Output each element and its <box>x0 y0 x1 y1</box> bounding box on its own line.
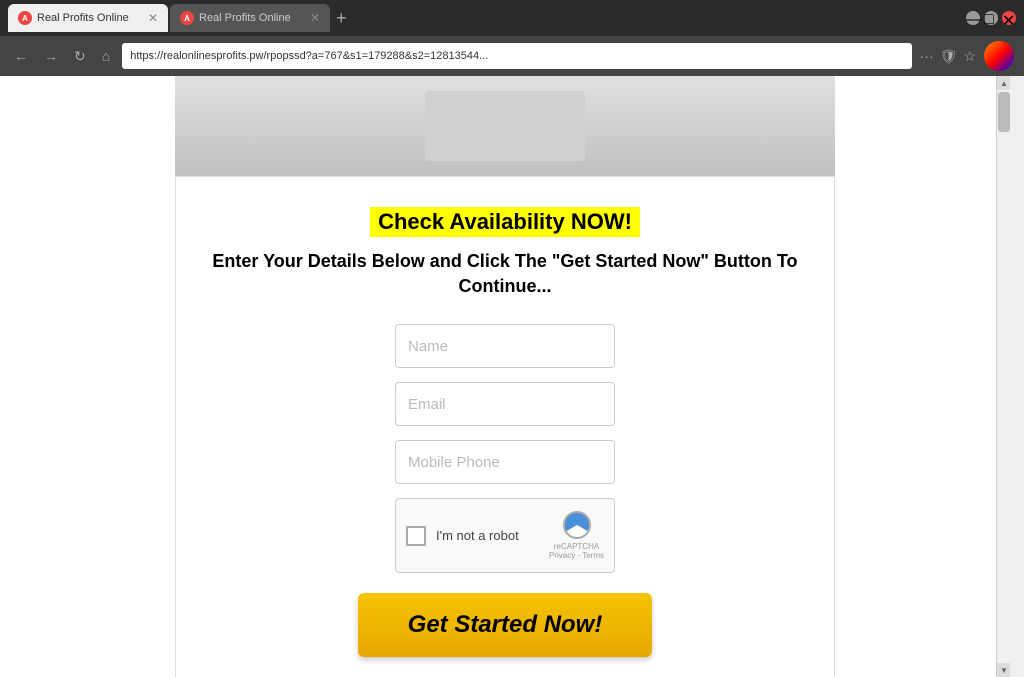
title-bar: A Real Profits Online ✕ A Real Profits O… <box>0 0 1024 36</box>
tab-favicon-2: A <box>180 11 194 25</box>
scrollbar-thumb[interactable] <box>998 92 1010 132</box>
recaptcha-widget[interactable]: I'm not a robot reCAPTCHAPrivacy - Terms <box>395 498 615 573</box>
top-image-area <box>175 76 835 176</box>
tab-label-2: Real Profits Online <box>199 12 291 24</box>
toolbar-icons: ··· 🛡 ☆ <box>920 48 976 65</box>
tab-active[interactable]: A Real Profits Online ✕ <box>8 4 168 32</box>
tab-inactive[interactable]: A Real Profits Online ✕ <box>170 4 330 32</box>
back-button[interactable]: ← <box>10 46 32 66</box>
refresh-button[interactable]: ↻ <box>70 46 90 67</box>
star-icon[interactable]: ☆ <box>963 48 976 65</box>
recaptcha-checkbox[interactable] <box>406 526 426 546</box>
close-button[interactable]: ✕ <box>1002 11 1016 25</box>
tab-label-1: Real Profits Online <box>37 12 129 24</box>
headline: Check Availability NOW! <box>370 207 640 237</box>
phone-input[interactable] <box>395 440 615 484</box>
forward-button[interactable]: → <box>40 46 62 66</box>
get-started-button[interactable]: Get Started Now! <box>358 593 653 657</box>
subheadline: Enter Your Details Below and Click The "… <box>196 249 814 299</box>
recaptcha-icon <box>563 511 591 539</box>
maximize-button[interactable]: □ <box>984 11 998 25</box>
window-controls: — □ ✕ <box>966 11 1016 25</box>
browser-logo <box>984 41 1014 71</box>
shield-icon: 🛡 <box>940 48 958 65</box>
form-section: Check Availability NOW! Enter Your Detai… <box>175 176 835 677</box>
email-input[interactable] <box>395 382 615 426</box>
scroll-up-button[interactable]: ▲ <box>997 76 1010 90</box>
hero-image <box>425 91 585 161</box>
name-input[interactable] <box>395 324 615 368</box>
page-content: Check Availability NOW! Enter Your Detai… <box>0 76 1010 677</box>
tab-close-1[interactable]: ✕ <box>148 11 158 25</box>
tab-close-2[interactable]: ✕ <box>310 11 320 25</box>
url-bar[interactable] <box>122 43 911 69</box>
recaptcha-subtext: reCAPTCHAPrivacy - Terms <box>549 542 604 560</box>
menu-dots-icon[interactable]: ··· <box>920 48 934 64</box>
scroll-down-button[interactable]: ▼ <box>997 663 1010 677</box>
address-bar: ← → ↻ ⌂ ··· 🛡 ☆ <box>0 36 1024 76</box>
minimize-button[interactable]: — <box>966 11 980 25</box>
scrollbar[interactable]: ▲ ▼ <box>996 76 1010 677</box>
recaptcha-logo: reCAPTCHAPrivacy - Terms <box>549 511 604 560</box>
home-button[interactable]: ⌂ <box>98 46 114 66</box>
recaptcha-label: I'm not a robot <box>436 528 519 543</box>
tab-favicon-1: A <box>18 11 32 25</box>
browser-chrome: A Real Profits Online ✕ A Real Profits O… <box>0 0 1024 76</box>
new-tab-button[interactable]: + <box>336 8 347 29</box>
